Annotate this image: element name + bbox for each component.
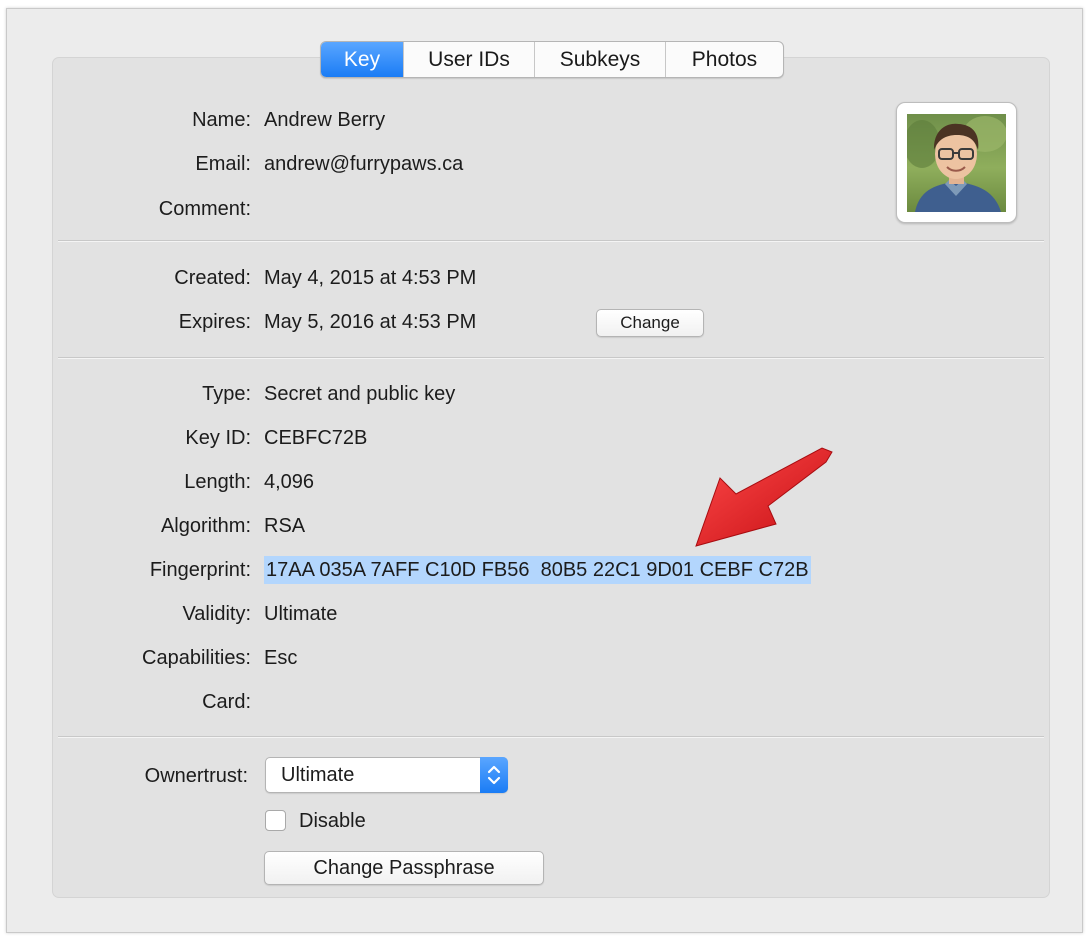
name-value: Andrew Berry	[264, 109, 386, 131]
card-label: Card:	[202, 691, 251, 713]
length-row: Length: 4,096	[0, 467, 1087, 497]
capabilities-row: Capabilities: Esc	[0, 643, 1087, 673]
section-divider	[58, 736, 1044, 738]
keyid-label: Key ID:	[185, 427, 251, 449]
email-value: andrew@furrypaws.ca	[264, 153, 464, 175]
section-divider	[58, 240, 1044, 242]
validity-row: Validity: Ultimate	[0, 599, 1087, 629]
algorithm-value: RSA	[264, 515, 306, 537]
ownertrust-label: Ownertrust:	[144, 765, 248, 787]
change-expiration-button[interactable]: Change	[596, 309, 704, 337]
algorithm-label: Algorithm:	[160, 515, 251, 537]
capabilities-value: Esc	[264, 647, 298, 669]
created-row: Created: May 4, 2015 at 4:53 PM	[0, 263, 1087, 293]
change-passphrase-button[interactable]: Change Passphrase	[264, 851, 544, 885]
length-value: 4,096	[264, 471, 315, 493]
expires-row: Expires: May 5, 2016 at 4:53 PM	[0, 307, 1087, 337]
ownertrust-row: Ownertrust:	[0, 761, 1087, 791]
created-label: Created:	[174, 267, 251, 289]
ownertrust-select[interactable]: Ultimate	[265, 757, 508, 793]
user-photo-icon	[907, 114, 1006, 212]
created-value: May 4, 2015 at 4:53 PM	[264, 267, 477, 289]
tab-user-ids[interactable]: User IDs	[403, 42, 534, 77]
validity-label: Validity:	[182, 603, 251, 625]
fingerprint-label: Fingerprint:	[149, 559, 251, 581]
fingerprint-value[interactable]: 17AA 035A 7AFF C10D FB56 80B5 22C1 9D01 …	[264, 556, 811, 584]
length-label: Length:	[184, 471, 251, 493]
segmented-tab-control: Key User IDs Subkeys Photos	[320, 41, 784, 78]
card-row: Card:	[0, 687, 1087, 717]
algorithm-row: Algorithm: RSA	[0, 511, 1087, 541]
type-label: Type:	[202, 383, 251, 405]
email-label: Email:	[195, 153, 251, 175]
name-label: Name:	[192, 109, 251, 131]
ownertrust-selected-value: Ultimate	[281, 764, 355, 786]
section-divider	[58, 357, 1044, 359]
expires-value: May 5, 2016 at 4:53 PM	[264, 311, 477, 333]
user-photo[interactable]	[896, 102, 1017, 223]
comment-label: Comment:	[158, 198, 251, 220]
keyid-row: Key ID: CEBFC72B	[0, 423, 1087, 453]
fingerprint-text: 17AA 035A 7AFF C10D FB56 80B5 22C1 9D01 …	[266, 559, 809, 581]
keyid-value: CEBFC72B	[264, 427, 368, 449]
type-row: Type: Secret and public key	[0, 379, 1087, 409]
tab-subkeys[interactable]: Subkeys	[534, 42, 665, 77]
tab-key[interactable]: Key	[321, 42, 403, 77]
validity-value: Ultimate	[264, 603, 338, 625]
disable-checkbox-label[interactable]: Disable	[299, 806, 366, 836]
capabilities-label: Capabilities:	[142, 647, 251, 669]
expires-label: Expires:	[178, 311, 251, 333]
type-value: Secret and public key	[264, 383, 456, 405]
disable-checkbox[interactable]	[265, 810, 286, 831]
tab-photos[interactable]: Photos	[665, 42, 783, 77]
up-down-chevron-icon[interactable]	[480, 757, 508, 793]
